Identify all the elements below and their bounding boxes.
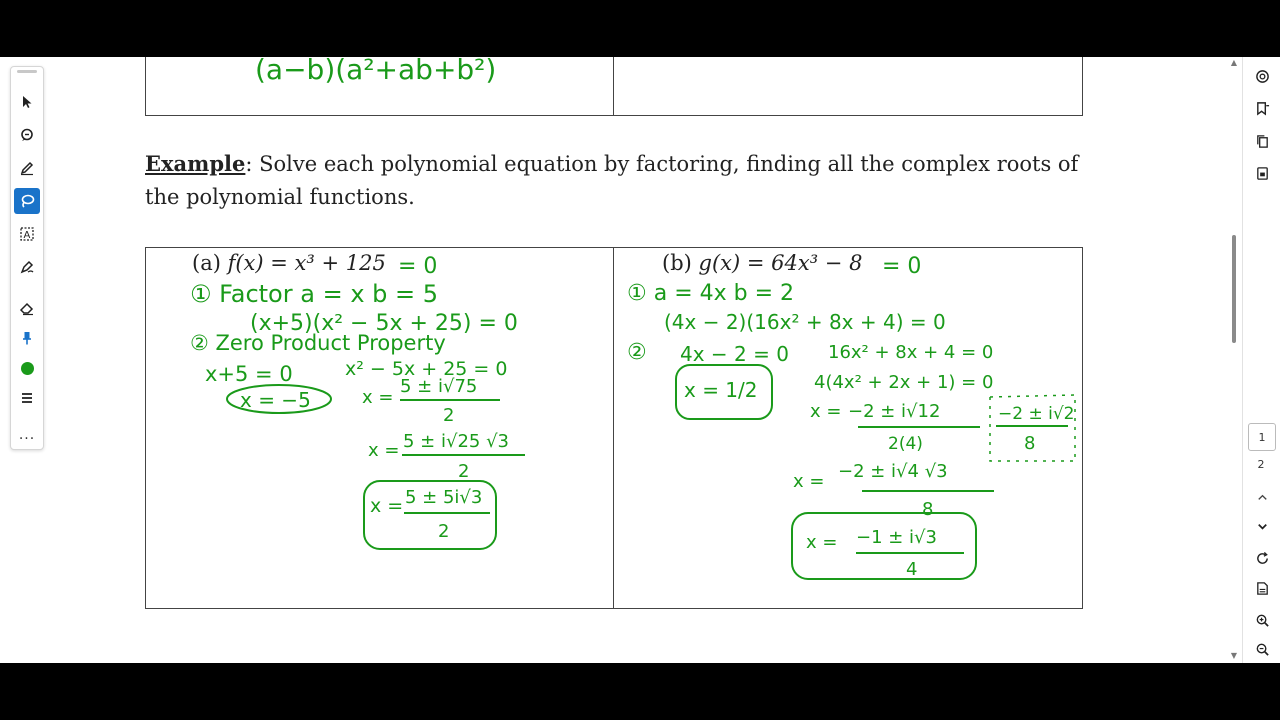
ink-a-qf-x: x = <box>362 387 393 408</box>
ink-b-final-x: x = <box>806 532 837 553</box>
ink-a-equals-zero: = 0 <box>398 254 437 279</box>
zoom-out-icon <box>1256 643 1269 656</box>
ink-a-final-num: 5 ± 5i√3 <box>405 487 482 508</box>
ink-a-step2: ② Zero Product Property <box>190 331 446 355</box>
save-icon <box>1256 581 1268 595</box>
ink-a-final-den: 2 <box>438 521 449 542</box>
document-page: Example: Solve each polynomial equation … <box>0 57 1226 663</box>
scroll-up-arrow[interactable]: ▲ <box>1230 59 1238 67</box>
copy-button[interactable] <box>1252 131 1272 151</box>
ink-b-step2: ② <box>627 340 647 365</box>
eraser-icon <box>19 302 34 316</box>
comment-icon <box>21 128 33 141</box>
next-page-number[interactable]: 2 <box>1248 458 1274 471</box>
svg-text:A: A <box>24 230 31 241</box>
ink-b-step-num: −2 ± i√4 √3 <box>838 461 948 482</box>
text-select-tool[interactable]: A <box>14 221 40 247</box>
ink-b-final-num: −1 ± i√3 <box>856 527 937 548</box>
export-icon <box>1256 166 1268 180</box>
ink-b-qf-den: 2(4) <box>888 434 923 454</box>
chevron-up-icon <box>1257 494 1267 500</box>
zoom-in-icon <box>1256 614 1269 627</box>
ink-b-quadratic: 16x² + 8x + 4 = 0 <box>828 342 993 363</box>
copy-icon <box>1256 134 1268 148</box>
ink-a-step1: ① Factor a = x b = 5 <box>190 280 438 308</box>
ink-b-step-den: 8 <box>922 499 933 520</box>
select-tool[interactable] <box>14 89 40 115</box>
document-viewport[interactable]: Example: Solve each polynomial equation … <box>0 57 1280 663</box>
ink-a-qf-den: 2 <box>443 405 454 426</box>
lasso-icon <box>21 194 35 208</box>
ellipsis-icon: ... <box>18 427 36 443</box>
ink-a-final-x: x = <box>370 495 403 517</box>
annotation-toolbar: A ... <box>10 66 44 450</box>
ink-a-step-x: x = <box>368 440 399 461</box>
ink-a-linear-solution: x = −5 <box>240 388 311 412</box>
chevron-down-icon <box>1257 523 1267 530</box>
ink-a-step-num: 5 ± i√25 √3 <box>403 431 509 452</box>
ink-b-factored: (4x − 2)(16x² + 8x + 4) = 0 <box>664 310 946 334</box>
text-box-icon: A <box>20 227 34 241</box>
zoom-page-icon <box>1255 69 1269 83</box>
right-sidebar: 1 2 <box>1242 57 1280 663</box>
ink-b-qf-x: x = <box>810 401 841 422</box>
toolbar-grip[interactable] <box>17 70 37 73</box>
menu-icon <box>22 393 32 403</box>
ink-b-linear-solution: x = 1/2 <box>684 378 758 402</box>
current-page-indicator[interactable]: 1 <box>1248 423 1276 451</box>
bookmark-icon <box>1256 101 1269 116</box>
ink-b-side-num: −2 ± i√2 <box>998 404 1074 424</box>
save-button[interactable] <box>1252 578 1272 598</box>
ink-b-quadratic-factored: 4(4x² + 2x + 1) = 0 <box>814 372 993 393</box>
ink-a-linear: x+5 = 0 <box>205 362 293 386</box>
ink-a-step-den: 2 <box>458 461 469 482</box>
lasso-tool[interactable] <box>14 188 40 214</box>
color-tool[interactable] <box>14 355 40 381</box>
draw-tool[interactable] <box>14 254 40 280</box>
page-up-button[interactable] <box>1252 487 1272 507</box>
ink-top-factor: (a−b)(a²+ab+b²) <box>255 57 496 86</box>
refresh-button[interactable] <box>1252 548 1272 568</box>
scroll-down-arrow[interactable]: ▼ <box>1230 652 1238 660</box>
ink-b-qf-num: −2 ± i√12 <box>848 401 940 422</box>
ink-b-step1: ① a = 4x b = 2 <box>627 281 794 306</box>
pen-icon <box>20 161 34 176</box>
pin-icon <box>23 332 31 345</box>
menu-tool[interactable] <box>14 385 40 411</box>
bookmark-button[interactable] <box>1252 98 1272 118</box>
ink-b-side-den: 8 <box>1024 433 1035 454</box>
comment-tool[interactable] <box>14 122 40 148</box>
export-button[interactable] <box>1252 163 1272 183</box>
refresh-icon <box>1256 551 1268 564</box>
ink-layer: (a−b)(a²+ab+b²) = 0 ① Factor a = x b = 5… <box>190 57 1076 580</box>
color-dot-icon <box>20 361 34 375</box>
ink-b-final-den: 4 <box>906 559 917 580</box>
page-down-button[interactable] <box>1252 516 1272 536</box>
ink-a-qf-num: 5 ± i√75 <box>400 376 477 397</box>
draw-icon <box>20 260 34 274</box>
more-tool[interactable]: ... <box>14 422 40 448</box>
highlight-tool[interactable] <box>14 155 40 181</box>
vertical-scrollbar[interactable]: ▲ ▼ <box>1228 57 1240 663</box>
zoom-page-button[interactable] <box>1252 66 1272 86</box>
zoom-in-button[interactable] <box>1252 610 1272 630</box>
pin-tool[interactable] <box>14 325 40 351</box>
scroll-thumb[interactable] <box>1232 235 1236 343</box>
ink-b-linear: 4x − 2 = 0 <box>680 342 789 366</box>
ink-b-step-x: x = <box>793 471 824 492</box>
zoom-out-button[interactable] <box>1252 639 1272 659</box>
cursor-icon <box>23 96 32 108</box>
eraser-tool[interactable] <box>14 295 40 321</box>
ink-b-equals-zero: = 0 <box>882 254 921 279</box>
